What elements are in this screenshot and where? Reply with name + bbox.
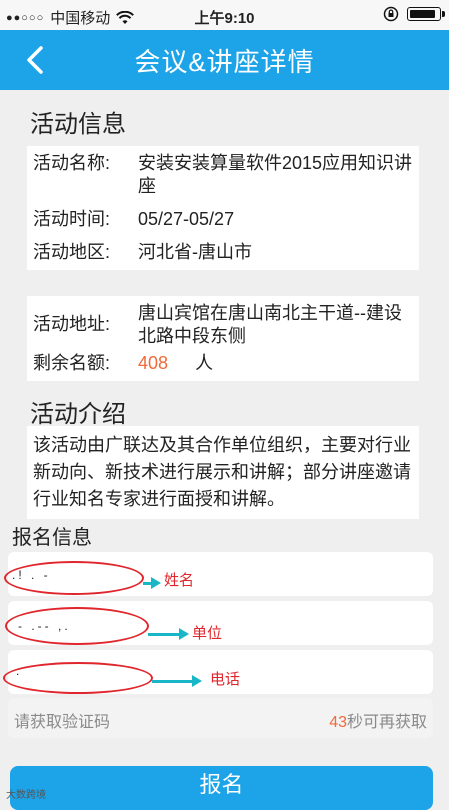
form-heading: 报名信息 [12, 527, 92, 549]
status-bar: ●●○○○ 中国移动 上午9:10 [0, 0, 449, 30]
activity-address-label: 活动地址: [33, 314, 111, 334]
phone-annotation: 电话 [210, 671, 241, 688]
back-arrow-icon[interactable] [20, 44, 52, 76]
battery-fill [410, 10, 435, 18]
activity-region-label: 活动地区: [33, 242, 111, 262]
intro-heading: 活动介绍 [30, 401, 126, 428]
intro-text: 该活动由广联达及其合作单位组织，主要对行业新动向、新技术进行展示和讲解；部分讲座… [27, 426, 419, 519]
remaining-row: 剩余名额: 408 人 [33, 350, 413, 377]
activity-address-row: 活动地址: 唐山宾馆在唐山南北主干道--建设北路中段东侧 [33, 300, 413, 350]
remaining-label: 剩余名额: [33, 353, 111, 373]
name-highlight-ellipse [4, 561, 144, 595]
remaining-count: 408 [138, 353, 169, 373]
company-highlight-ellipse [5, 607, 149, 645]
activity-time-row: 活动时间: 05/27-05/27 [33, 206, 413, 233]
rotation-lock-icon [383, 6, 399, 22]
activity-name-row: 活动名称: 安装安装算量软件2015应用知识讲座 [33, 150, 413, 200]
activity-time-value: 05/27-05/27 [138, 209, 235, 229]
activity-info-card: 活动名称: 安装安装算量软件2015应用知识讲座 活动时间: 05/27-05/… [27, 146, 419, 270]
phone-arrow [152, 675, 202, 687]
company-arrow [148, 628, 189, 640]
remaining-unit: 人 [195, 353, 214, 373]
status-time: 上午9:10 [194, 10, 255, 27]
battery-icon [407, 7, 445, 21]
activity-name-label: 活动名称: [33, 153, 111, 173]
activity-address-value: 唐山宾馆在唐山南北主干道--建设北路中段东侧 [138, 303, 402, 346]
activity-region-row: 活动地区: 河北省-唐山市 [33, 239, 413, 266]
activity-time-label: 活动时间: [33, 209, 111, 229]
name-annotation: 姓名 [164, 572, 195, 589]
verification-code-field[interactable]: 请获取验证码 43秒可再获取 [8, 698, 433, 738]
watermark: 大数跨境 [6, 790, 46, 801]
register-button[interactable]: 报名 [10, 766, 433, 810]
company-annotation: 单位 [192, 625, 223, 642]
name-arrow [143, 577, 161, 589]
verification-code-placeholder: 请获取验证码 [14, 714, 111, 731]
page-title: 会议&讲座详情 [134, 46, 315, 77]
resend-countdown[interactable]: 43秒可再获取 [329, 708, 427, 732]
activity-region-value: 河北省-唐山市 [138, 242, 252, 262]
activity-info-heading: 活动信息 [30, 111, 126, 138]
resend-text: 秒可再获取 [346, 714, 427, 731]
resend-count: 43 [329, 714, 347, 731]
activity-name-value: 安装安装算量软件2015应用知识讲座 [138, 153, 413, 196]
status-right [383, 6, 445, 22]
phone-highlight-ellipse [3, 662, 153, 694]
activity-address-card: 活动地址: 唐山宾馆在唐山南北主干道--建设北路中段东侧 剩余名额: 408 人 [27, 296, 419, 381]
nav-bar: 会议&讲座详情 [0, 30, 449, 90]
